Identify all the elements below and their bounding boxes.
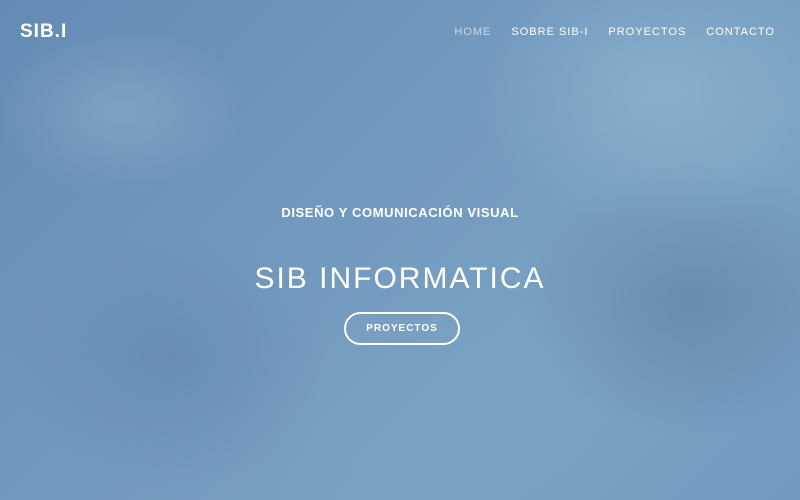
hero-title: SIB INFORMATICA [254, 262, 546, 296]
hero-subtitle: DISEÑO Y COMUNICACIÓN VISUAL [281, 205, 519, 220]
projects-button[interactable]: PROYECTOS [344, 312, 460, 345]
hero-section: DISEÑO Y COMUNICACIÓN VISUAL SIB INFORMA… [0, 0, 800, 500]
